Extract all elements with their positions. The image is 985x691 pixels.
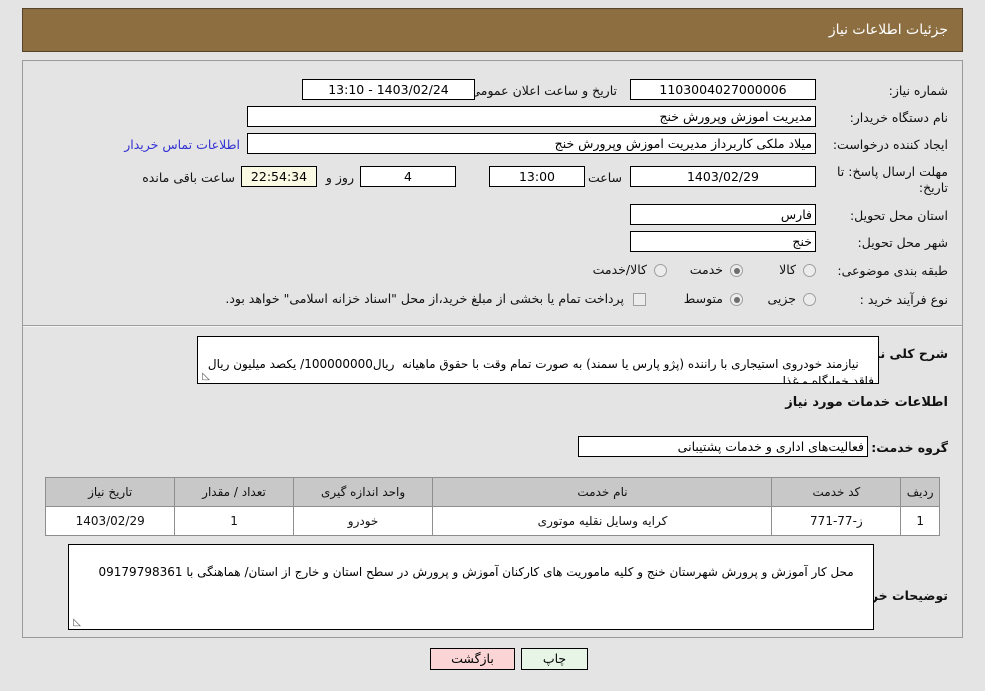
need-number-label: شماره نیاز: (888, 83, 948, 98)
cell-need-date: 1403/02/29 (44, 506, 176, 536)
cell-service-code: ز-77-771 (771, 506, 902, 536)
buyer-org-label: نام دستگاه خریدار: (849, 110, 948, 125)
need-number-field[interactable]: 1103004027000006 (630, 79, 816, 100)
deadline-hour-label: ساعت (587, 170, 622, 185)
cell-unit: خودرو (292, 506, 434, 536)
divider-1 (23, 325, 962, 327)
service-group-field[interactable]: فعالیت‌های اداری و خدمات پشتیبانی (578, 436, 868, 457)
th-quantity: تعداد / مقدار (174, 477, 294, 507)
deadline-label: مهلت ارسال پاسخ: تا تاریخ: (837, 164, 948, 195)
countdown-days-label: روز و (325, 170, 354, 185)
table-row: 1 ز-77-771 کرایه وسایل نقلیه موتوری خودر… (44, 506, 940, 536)
cell-service-name: کرایه وسایل نقلیه موتوری (432, 506, 773, 536)
resize-grip-icon-2[interactable]: ◺ (71, 618, 81, 628)
radio-process-jozee-label: جزیی (767, 291, 796, 306)
deadline-date-field[interactable]: 1403/02/29 (630, 166, 816, 187)
province-label: استان محل تحویل: (849, 208, 948, 223)
radio-process-motevaset-label: متوسط (683, 291, 723, 306)
services-section-heading: اطلاعات خدمات مورد نیاز (785, 395, 948, 410)
services-table: ردیف کد خدمت نام خدمت واحد اندازه گیری ت… (44, 477, 940, 536)
checkbox-islamic-treasury-bonds[interactable] (633, 293, 646, 306)
city-field[interactable]: خنج (630, 231, 816, 252)
page-title: جزئیات اطلاعات نیاز (828, 22, 948, 38)
countdown-time-field: 22:54:34 (241, 166, 317, 187)
page-header: جزئیات اطلاعات نیاز (22, 8, 963, 52)
city-label: شهر محل تحویل: (857, 235, 948, 250)
radio-category-kala[interactable] (803, 264, 816, 277)
cell-radif: 1 (900, 506, 940, 536)
service-group-label: گروه خدمت: (871, 440, 948, 455)
province-field[interactable]: فارس (630, 204, 816, 225)
cell-quantity: 1 (174, 506, 294, 536)
radio-category-khedmat[interactable] (730, 264, 743, 277)
details-panel: شماره نیاز: 1103004027000006 تاریخ و ساع… (22, 60, 963, 638)
category-label: طبقه بندی موضوعی: (837, 263, 948, 278)
th-unit: واحد اندازه گیری (292, 477, 434, 507)
islamic-treasury-note: پرداخت تمام یا بخشی از مبلغ خرید،از محل … (225, 291, 624, 306)
radio-process-jozee[interactable] (803, 293, 816, 306)
radio-category-kala-khedmat-label: کالا/خدمت (592, 262, 647, 277)
general-description-text: نیازمند خودروی استیجاری با راننده (پژو پ… (204, 357, 874, 384)
table-header-row: ردیف کد خدمت نام خدمت واحد اندازه گیری ت… (44, 477, 940, 507)
resize-grip-icon[interactable]: ◺ (200, 372, 210, 382)
announce-date-field[interactable]: 1403/02/24 - 13:10 (302, 79, 475, 100)
countdown-days-field[interactable]: 4 (360, 166, 456, 187)
announce-date-label: تاریخ و ساعت اعلان عمومی: (466, 83, 617, 98)
countdown-remaining-label: ساعت باقی مانده (142, 170, 235, 185)
back-button[interactable]: بازگشت (430, 648, 515, 670)
process-type-label: نوع فرآیند خرید : (859, 292, 948, 307)
buyer-org-field[interactable]: مدیریت اموزش وپرورش خنج (247, 106, 816, 127)
deadline-hour-field[interactable]: 13:00 (489, 166, 585, 187)
radio-category-kala-label: کالا (779, 262, 796, 277)
print-button[interactable]: چاپ (521, 648, 588, 670)
th-service-code: کد خدمت (771, 477, 902, 507)
buyer-contact-link[interactable]: اطلاعات تماس خریدار (124, 137, 240, 152)
th-need-date: تاریخ نیاز (44, 477, 176, 507)
general-description-textarea[interactable]: نیازمند خودروی استیجاری با راننده (پژو پ… (197, 336, 879, 384)
buyer-notes-textarea[interactable]: محل کار آموزش و پرورش شهرستان خنج و کلیه… (68, 544, 874, 630)
radio-category-kala-khedmat[interactable] (654, 264, 667, 277)
radio-category-khedmat-label: خدمت (689, 262, 723, 277)
th-service-name: نام خدمت (432, 477, 773, 507)
th-radif: ردیف (900, 477, 940, 507)
radio-process-motevaset[interactable] (730, 293, 743, 306)
buyer-notes-text: محل کار آموزش و پرورش شهرستان خنج و کلیه… (98, 565, 854, 579)
creator-field[interactable]: میلاد ملکی کاربرداز مدیریت اموزش وپرورش … (247, 133, 816, 154)
creator-label: ایجاد کننده درخواست: (832, 137, 948, 152)
